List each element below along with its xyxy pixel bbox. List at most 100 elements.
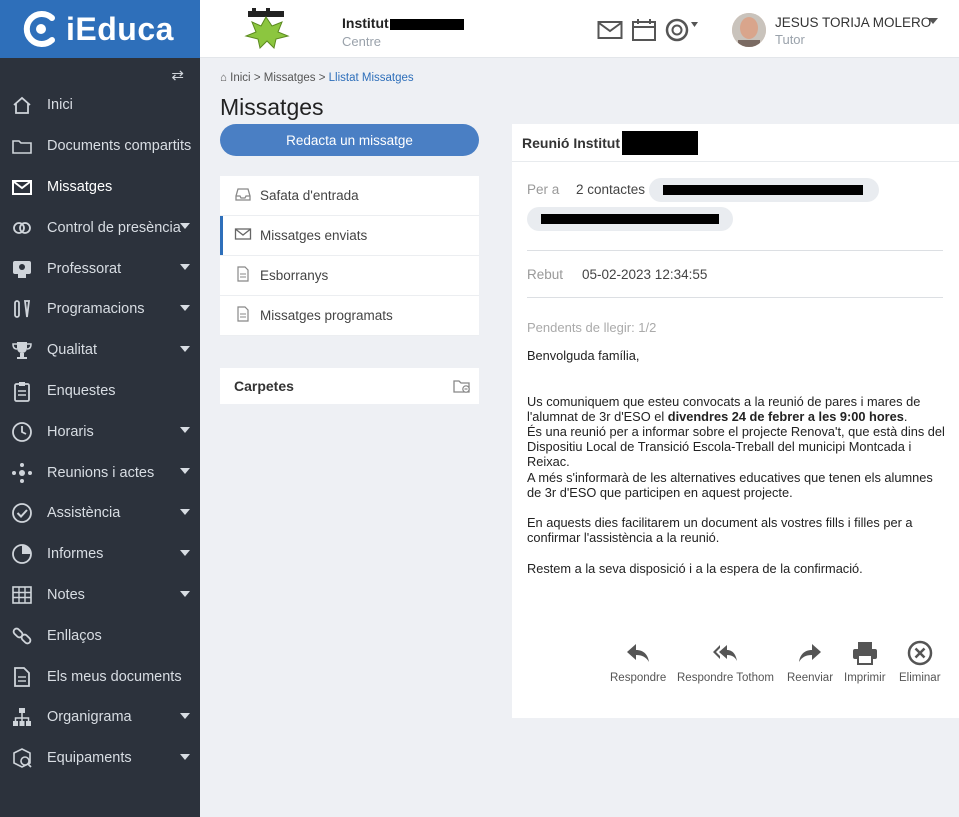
collapse-sidebar-icon[interactable]: ⇄ [171,66,184,84]
chevron-down-icon[interactable] [180,590,190,597]
chevron-down-icon[interactable] [180,223,190,230]
chevron-down-icon[interactable] [180,468,190,475]
sidebar-item-label: Missatges [47,178,113,195]
home-icon[interactable]: ⌂ [220,72,227,84]
user-name[interactable]: JESUS TORIJA MOLERO [775,15,931,30]
sidebar-item[interactable]: Qualitat [0,330,200,371]
sidebar-item[interactable]: Control de presència [0,207,200,248]
mail-icon[interactable] [597,18,623,42]
page-title: Missatges [220,94,324,120]
folder-label: Missatges enviats [260,228,368,243]
trophy-icon [10,338,34,362]
message-body: Benvolguda família, Us comuniquem que es… [527,348,947,576]
meeting-icon [10,461,34,485]
sidebar-item[interactable]: Enllaços [0,615,200,656]
org-chart-icon [10,705,34,729]
redaction-bar [622,130,698,155]
close-circle-icon [907,640,933,666]
avatar[interactable] [732,13,766,47]
message-subject: Reunió Institut [512,124,959,162]
center-name: Institut [342,15,464,31]
folder-icon [10,134,34,158]
message-panel: Reunió Institut Per a 2 contactes Rebut … [512,124,959,718]
sidebar-item-label: Programacions [47,301,145,318]
sidebar-item[interactable]: Inici [0,85,200,126]
sidebar-nav: Inici Documents compartits Missatges Contro… [0,85,200,779]
compose-button[interactable]: Redacta un missatge [220,124,479,156]
sidebar-item[interactable]: Assistència [0,493,200,534]
pending-read-status: Pendents de llegir: 1/2 [527,320,657,335]
chevron-down-icon[interactable] [180,427,190,434]
message-paragraph: En aquests dies facilitarem un document … [527,515,913,546]
breadcrumb-section[interactable]: Missatges [264,72,316,84]
calendar-icon[interactable] [631,18,657,42]
recipients-count[interactable]: 2 contactes [576,182,645,197]
sidebar-item-label: Enquestes [47,382,116,399]
received-date: 05-02-2023 12:34:55 [582,267,708,282]
breadcrumb: ⌂ Inici > Missatges > Llistat Missatges [220,72,414,84]
chevron-down-icon[interactable] [180,264,190,271]
sidebar-item[interactable]: Enquestes [0,371,200,412]
clipboard-icon [10,379,34,403]
folder-label: Esborranys [260,268,329,283]
breadcrumb-current[interactable]: Llistat Missatges [329,72,414,84]
clock-icon [10,420,34,444]
chevron-down-icon[interactable] [180,549,190,556]
folder-label: Safata d'entrada [260,188,359,203]
sidebar-item[interactable]: Reunions i actes [0,452,200,493]
folder-list: Safata d'entrada Missatges enviats Esborra… [220,176,479,336]
divider [527,250,943,251]
sidebar-item[interactable]: Horaris [0,411,200,452]
add-folder-icon[interactable] [453,378,471,394]
message-paragraph: Restem a la seva disposició i a la esper… [527,560,863,576]
chevron-down-icon[interactable] [180,508,190,515]
reply-button[interactable]: Respondre [610,640,666,684]
recipient-chip[interactable] [649,178,879,202]
print-button[interactable]: Imprimir [844,640,886,684]
folder-item[interactable]: Missatges enviats [220,216,479,256]
sidebar-item-label: Organigrama [47,709,132,726]
message-paragraph: Us comuniquem que esteu convocats a la r… [527,393,921,424]
breadcrumb-home[interactable]: Inici [230,72,250,84]
delete-button[interactable]: Eliminar [899,640,941,684]
sidebar-item[interactable]: Professorat [0,248,200,289]
sidebar-item[interactable]: Informes [0,534,200,575]
ieduca-logo-icon [23,11,55,47]
redaction-bar [389,18,464,30]
tools-icon [10,297,34,321]
folder-item[interactable]: Esborranys [220,256,479,296]
topbar: Institut Centre JESUS TORIJA MOLERO Tuto… [200,0,959,58]
forward-button[interactable]: Reenviar [787,640,833,684]
chevron-down-icon[interactable] [180,753,190,760]
chevron-down-icon[interactable] [180,345,190,352]
message-greeting: Benvolguda família, [527,348,640,363]
reply-all-button[interactable]: Respondre Tothom [677,640,774,684]
divider [527,297,943,298]
app-logo[interactable]: iEduca [0,0,200,58]
sidebar-item[interactable]: Els meus documents [0,656,200,697]
equipment-icon [10,746,34,770]
sidebar-item[interactable]: Equipaments [0,738,200,779]
sidebar-item-label: Documents compartits [47,138,192,155]
help-lifebuoy-icon[interactable] [665,18,699,42]
sidebar-item[interactable]: Programacions [0,289,200,330]
sidebar-item[interactable]: Notes [0,575,200,616]
chevron-down-icon[interactable] [180,712,190,719]
sidebar-item[interactable]: Missatges [0,167,200,208]
folders-title: Carpetes [234,378,294,394]
sidebar-item[interactable]: Organigrama [0,697,200,738]
message-paragraph: És una reunió per a informar sobre el pr… [527,424,945,470]
envelope-icon [10,175,34,199]
sidebar-item[interactable]: Documents compartits [0,126,200,167]
app-name: iEduca [66,10,174,47]
folder-item[interactable]: Safata d'entrada [220,176,479,216]
chevron-down-icon[interactable] [180,304,190,311]
recipient-chip[interactable] [527,207,733,231]
redaction-bar [541,214,719,224]
sidebar-item-label: Horaris [47,423,94,440]
draft-icon [234,266,260,285]
envelope-icon [234,226,260,245]
teacher-icon [10,257,34,281]
folder-item[interactable]: Missatges programats [220,296,479,336]
user-menu-caret-icon[interactable] [928,18,938,24]
